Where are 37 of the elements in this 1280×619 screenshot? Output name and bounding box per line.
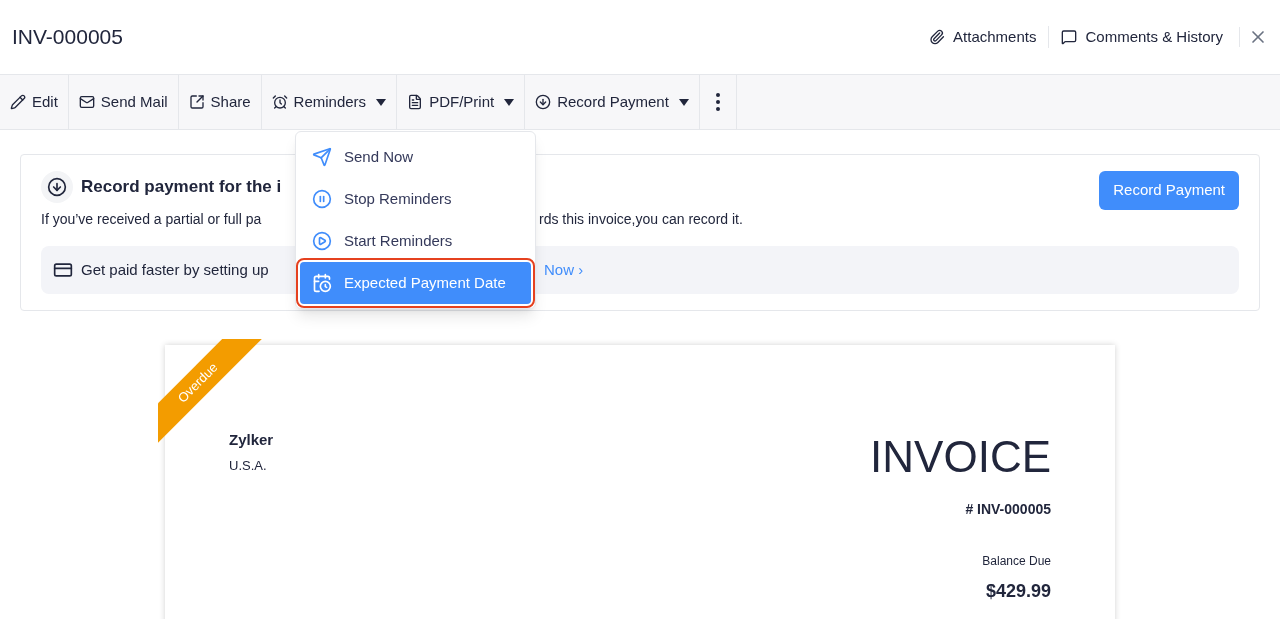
menu-item[interactable]: Start Reminders: [300, 220, 531, 262]
speech-bubble-icon: [1061, 29, 1078, 45]
more-icon: [715, 93, 720, 111]
comments-link[interactable]: Comments & History: [1048, 25, 1235, 49]
pause-icon: [312, 189, 332, 209]
invoice-heading: INVOICE: [870, 435, 1051, 479]
toolbar-button[interactable]: Record Payment: [525, 75, 700, 129]
company-country: U.S.A.: [229, 456, 268, 475]
balance-label: Balance Due: [981, 553, 1051, 570]
calendar-icon: [312, 273, 332, 293]
tip-text: Get paid faster by setting up: [81, 259, 270, 280]
banner-text: If you’ve received a partial or full pa: [41, 210, 263, 229]
mail-icon: [78, 94, 95, 110]
attachments-link[interactable]: Attachments: [917, 25, 1049, 49]
pdf-icon: [407, 94, 424, 110]
toolbar-button[interactable]: Share: [178, 75, 262, 129]
card-icon: [53, 260, 73, 280]
share-icon: [188, 94, 205, 110]
toolbar-button[interactable]: Send Mail: [68, 75, 179, 129]
company-name: Zylker: [229, 430, 274, 450]
banner-title: Record payment for the i: [81, 176, 282, 199]
download-icon: [41, 171, 73, 203]
invoice-number: # INV-000005: [964, 500, 1051, 519]
play-icon: [312, 231, 332, 251]
banner-text: rds this invoice,you can record it.: [539, 210, 743, 229]
paperclip-icon: [929, 29, 946, 45]
send-icon: [312, 147, 332, 167]
toolbar-button[interactable]: Edit: [0, 75, 69, 129]
toolbar-button[interactable]: Reminders: [261, 75, 398, 129]
toolbar-button[interactable]: PDF/Print: [397, 75, 526, 129]
balance-amount: $429.99: [984, 580, 1051, 603]
menu-item[interactable]: Send Now: [300, 136, 531, 178]
download-icon: [535, 94, 552, 110]
menu-item[interactable]: Stop Reminders: [300, 178, 531, 220]
pencil-icon: [10, 94, 26, 110]
invoice-title: INV-000005: [12, 24, 123, 51]
alarm-icon: [271, 94, 288, 110]
